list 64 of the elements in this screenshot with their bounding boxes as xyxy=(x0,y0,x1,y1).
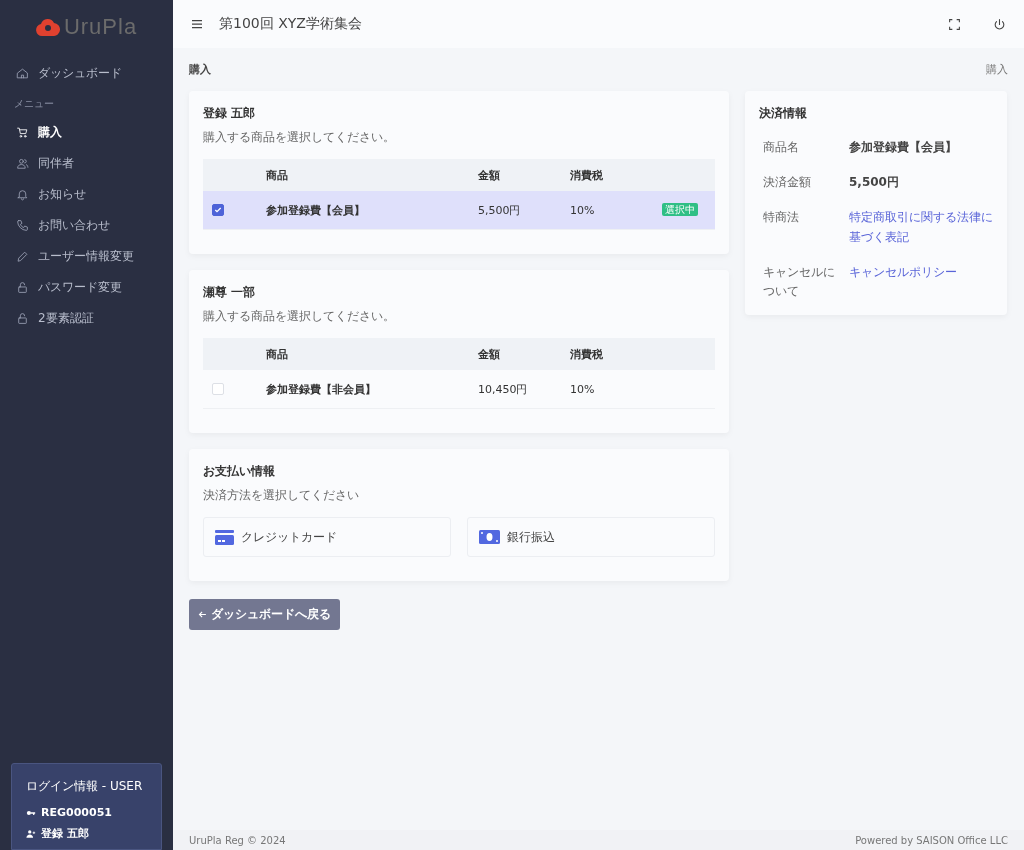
home-icon xyxy=(16,67,29,80)
instruction-text: 購入する商品を選択してください。 xyxy=(203,129,396,146)
pencil-icon xyxy=(16,250,29,263)
sidebar-item[interactable]: 同伴者 xyxy=(0,148,173,179)
table-cell: 参加登録費【会員】 xyxy=(265,191,477,230)
payment-title: お支払い情報 xyxy=(203,463,276,480)
breadcrumb[interactable]: 購入 xyxy=(986,62,1008,77)
lock-icon xyxy=(16,312,29,325)
summary-value: 参加登録費【会員】 xyxy=(849,139,958,156)
section-label: メニュー xyxy=(13,97,55,111)
lock-icon xyxy=(16,281,29,294)
summary-link[interactable]: キャンセルポリシー xyxy=(849,262,993,302)
sidebar-item[interactable]: ユーザー情報変更 xyxy=(0,241,173,272)
cloud-logo-icon xyxy=(35,18,60,36)
summary-label: 商品名 xyxy=(763,139,800,156)
column-header: 商品 xyxy=(265,338,477,370)
summary-value: 5,500円 xyxy=(849,174,900,192)
column-header: 金額 xyxy=(477,159,569,191)
logo-text: UruPla xyxy=(63,14,138,40)
bell-icon xyxy=(16,188,29,201)
table-cell: 10,450円 xyxy=(477,370,569,409)
copyright-text: UruPla Reg © 2024 xyxy=(189,834,286,846)
sidebar-item[interactable]: 2要素認証 xyxy=(0,303,173,334)
credit-card-icon xyxy=(215,529,234,545)
event-title: 第100回 XYZ学術集会 xyxy=(219,15,363,33)
instruction-text: 購入する商品を選択してください。 xyxy=(203,308,396,325)
selected-badge: 選択中 xyxy=(662,203,698,216)
page-title: 購入 xyxy=(189,62,211,77)
user-name: 登録 五郎 xyxy=(41,826,89,841)
sidebar-item[interactable]: お知らせ xyxy=(0,179,173,210)
back-to-dashboard-button[interactable]: ダッシュボードへ戻る xyxy=(189,599,340,630)
summary-title: 決済情報 xyxy=(759,105,808,122)
summary-label: 決済金額 xyxy=(763,174,812,192)
payment-method-button[interactable]: クレジットカード xyxy=(203,517,451,557)
users-icon xyxy=(16,157,29,170)
purchaser-name: 瀬尊 一部 xyxy=(203,284,257,301)
summary-link[interactable]: 特定商取引に関する法律に基づく表記 xyxy=(849,208,993,247)
instruction-text: 決済方法を選択してください xyxy=(203,487,360,504)
column-header: 金額 xyxy=(477,338,569,370)
sidebar-item[interactable]: 購入 xyxy=(0,117,173,148)
cart-icon xyxy=(16,126,29,139)
login-title: ログイン情報 - USER xyxy=(26,778,144,795)
column-header: 消費税 xyxy=(569,159,661,191)
table-cell: 参加登録費【非会員】 xyxy=(265,370,477,409)
check-icon xyxy=(214,206,222,214)
sidebar-item[interactable]: パスワード変更 xyxy=(0,272,173,303)
arrow-left-icon xyxy=(198,610,207,619)
table-cell: 10% xyxy=(569,191,661,230)
summary-label: キャンセルについて xyxy=(763,263,836,300)
phone-icon xyxy=(16,219,29,232)
powered-by-text: Powered by SAISON Office LLC xyxy=(855,834,1008,846)
purchaser-name: 登録 五郎 xyxy=(203,105,257,122)
table-cell: 5,500円 xyxy=(477,191,569,230)
sidebar-item[interactable]: ダッシュボード xyxy=(0,58,173,89)
banknote-icon xyxy=(479,530,500,544)
user-id: REG000051 xyxy=(41,806,112,819)
column-header: 商品 xyxy=(265,159,477,191)
user-icon xyxy=(26,828,36,839)
column-header: 消費税 xyxy=(569,338,661,370)
table-cell: 10% xyxy=(569,370,661,409)
summary-label: 特商法 xyxy=(763,209,800,227)
checkbox[interactable] xyxy=(212,204,224,216)
sidebar-item[interactable]: お問い合わせ xyxy=(0,210,173,241)
payment-method-button[interactable]: 銀行振込 xyxy=(467,517,715,557)
